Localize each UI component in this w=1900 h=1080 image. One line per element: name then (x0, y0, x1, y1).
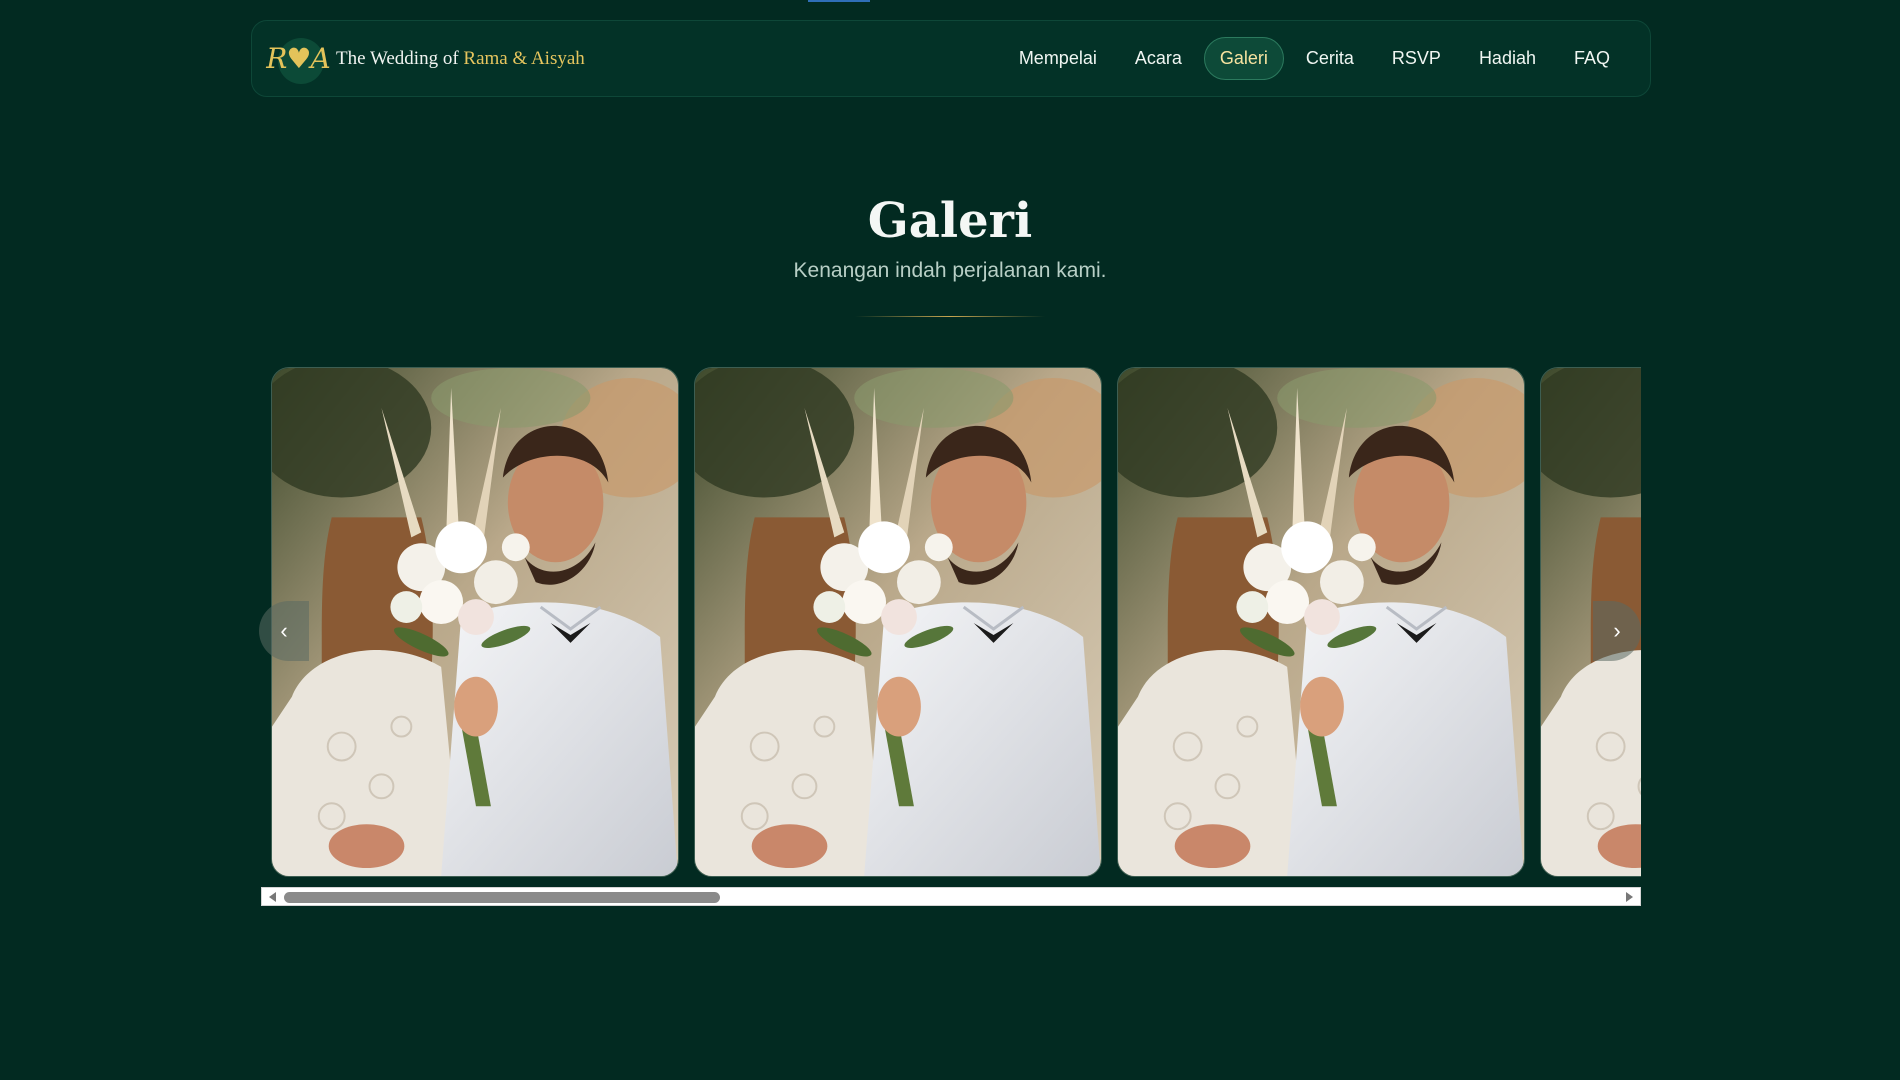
nav-item-cerita[interactable]: Cerita (1290, 37, 1370, 80)
scroll-left-icon[interactable] (269, 892, 276, 902)
nav-item-rsvp[interactable]: RSVP (1376, 37, 1457, 80)
horizontal-scrollbar[interactable] (261, 887, 1641, 906)
scroll-right-icon[interactable] (1626, 892, 1633, 902)
chevron-left-icon: ‹ (280, 618, 288, 643)
top-progress-indicator (808, 0, 870, 2)
gallery-carousel[interactable] (261, 367, 1641, 880)
brand-title: The Wedding of Rama & Aisyah (336, 48, 585, 70)
gallery-photo[interactable] (694, 367, 1102, 877)
nav-item-mempelai[interactable]: Mempelai (1003, 37, 1113, 80)
nav-item-faq[interactable]: FAQ (1558, 37, 1626, 80)
navbar: R♥A The Wedding of Rama & Aisyah Mempela… (251, 20, 1651, 97)
nav-links: Mempelai Acara Galeri Cerita RSVP Hadiah… (1003, 37, 1626, 80)
brand-title-prefix: The Wedding of (336, 47, 459, 69)
gallery-track (261, 367, 1641, 877)
brand[interactable]: R♥A The Wedding of Rama & Aisyah (266, 34, 585, 84)
monogram-logo: R♥A (266, 34, 331, 84)
nav-item-hadiah[interactable]: Hadiah (1463, 37, 1552, 80)
monogram-text: R♥A (266, 42, 330, 75)
brand-couple-names: Rama & Aisyah (463, 47, 585, 69)
nav-item-acara[interactable]: Acara (1119, 37, 1198, 80)
gallery-photo[interactable] (271, 367, 679, 877)
gold-divider (855, 316, 1045, 317)
scrollbar-thumb[interactable] (284, 892, 720, 903)
nav-item-galeri[interactable]: Galeri (1203, 37, 1284, 80)
gallery-photo[interactable] (1117, 367, 1525, 877)
chevron-right-icon: › (1613, 618, 1621, 643)
section-subtitle: Kenangan indah perjalanan kami. (793, 259, 1107, 282)
section-title: Galeri (867, 193, 1033, 249)
